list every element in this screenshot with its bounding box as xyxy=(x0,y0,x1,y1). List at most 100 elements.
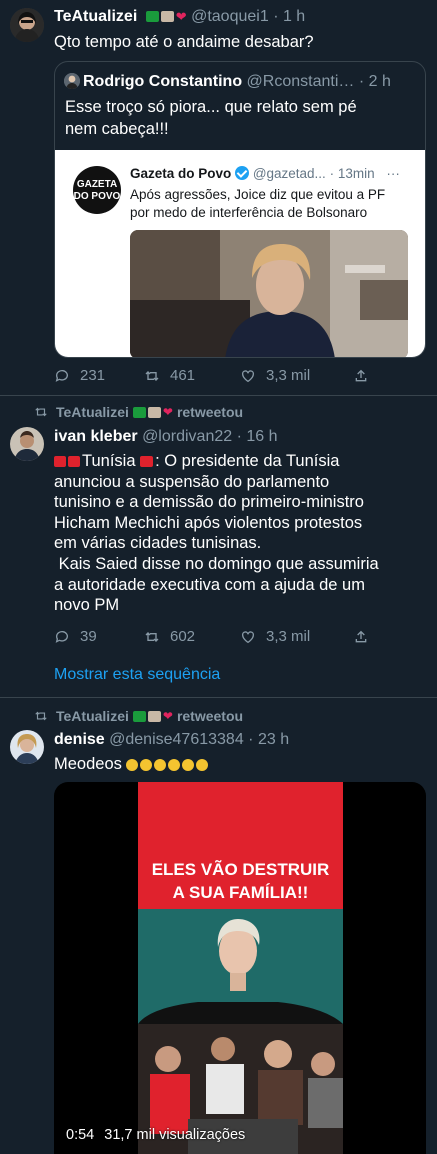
show-thread-link[interactable]: Mostrar esta sequência xyxy=(54,666,220,684)
tweet-header: denise @denise47613384 · 23 h xyxy=(54,731,289,749)
reply-count: 231 xyxy=(80,367,106,384)
video-person-frame xyxy=(138,909,343,1024)
video-headline-line2: A SUA FAMÍLIA!! xyxy=(172,883,309,902)
tweet-text-line1-start: Tunísia xyxy=(82,452,136,470)
video-views: 31,7 mil visualizações xyxy=(104,1127,246,1143)
quote-text-line1: Esse troço só piora... que relato sem pé xyxy=(65,98,357,116)
retweeter-name[interactable]: TeAtualizei xyxy=(56,404,129,420)
retweet-icon xyxy=(35,711,47,721)
quote-text-line2: nem cabeça!!! xyxy=(65,120,169,138)
reply-button[interactable]: 39 xyxy=(54,628,144,645)
handle[interactable]: @denise47613384 xyxy=(109,731,244,748)
retweeter-name[interactable]: TeAtualizei xyxy=(56,708,129,724)
video-overlay-info: 0:54 31,7 mil visualizações xyxy=(66,1127,245,1143)
reply-count: 39 xyxy=(80,628,97,645)
gazeta-logo: GAZETA DO POVO xyxy=(73,166,121,214)
retweet-icon xyxy=(145,370,159,381)
tweet-text: Tunísia : O presidente da Tunísia anunci… xyxy=(54,451,379,616)
video-player[interactable]: ELES VÃO DESTRUIR A SUA FAMÍLIA!! 0:54 3… xyxy=(54,782,426,1154)
display-name[interactable]: TeAtualizei xyxy=(54,8,137,25)
handle[interactable]: @lordivan22 xyxy=(142,428,232,445)
tweet-text-line8: novo PM xyxy=(54,596,120,615)
siren-icon xyxy=(54,456,66,467)
tweet-ivan-kleber[interactable]: TeAtualizei ❤ retweetou ivan kleber @lor… xyxy=(0,396,437,698)
card-text-line1: Após agressões, Joice diz que evitou a P… xyxy=(130,187,386,202)
card-header: Gazeta do Povo @gazetad... · 13min ··· xyxy=(130,166,400,181)
card-text: Após agressões, Joice diz que evitou a P… xyxy=(130,186,385,221)
tweet-text-line1: Tunísia : O presidente da Tunísia xyxy=(54,451,379,472)
quote-timestamp: · 2 h xyxy=(358,73,391,90)
tweet-actions: 231 461 3,3 mil xyxy=(54,367,379,384)
retweet-icon xyxy=(145,631,159,642)
handshake-icon xyxy=(147,710,161,722)
tweet-text-line6: Kais Saied disse no domingo que assumiri… xyxy=(54,554,379,573)
heart-icon: ❤ xyxy=(162,709,173,723)
tweet-text-line4: Hicham Mechichi após violentos protestos xyxy=(54,513,363,532)
tweet-text-line1-rest: : O presidente da Tunísia xyxy=(155,452,340,470)
reply-icon xyxy=(55,630,68,643)
quoted-tweet[interactable]: Rodrigo Constantino @Rconstanti… · 2 h E… xyxy=(54,61,426,358)
gazeta-logo-line1: GAZETA xyxy=(76,179,118,190)
tweet-text-line3: tunisino e a demissão do primeiro-minist… xyxy=(54,493,364,512)
share-icon xyxy=(355,630,367,642)
handshake-icon xyxy=(160,11,174,22)
tweet-actions: 39 602 3,3 mil xyxy=(54,628,379,645)
tweet-teatualizei[interactable]: TeAtualizei ❤ @taoquei1 · 1 h Qto tempo … xyxy=(0,0,437,396)
quote-handle: @Rconstanti… xyxy=(246,73,355,90)
tweet-text-content: Meodeos xyxy=(54,755,122,773)
handshake-icon xyxy=(147,406,161,418)
siren-icon xyxy=(68,456,80,467)
tweet-text: Meodeos xyxy=(54,754,210,776)
like-count: 3,3 mil xyxy=(266,367,311,384)
heart-outline-icon xyxy=(242,369,254,382)
video-headline: ELES VÃO DESTRUIR A SUA FAMÍLIA!! xyxy=(138,858,343,904)
retweet-label: retweetou xyxy=(176,708,244,724)
like-count: 3,3 mil xyxy=(266,628,311,645)
timestamp[interactable]: · 1 h xyxy=(273,8,305,25)
embedded-tweet-card[interactable]: GAZETA DO POVO Gazeta do Povo @gazetad..… xyxy=(55,150,425,357)
heart-outline-icon xyxy=(242,630,254,643)
share-icon xyxy=(355,369,367,381)
verified-badge-icon xyxy=(235,166,250,180)
retweet-button[interactable]: 461 xyxy=(144,367,240,384)
tweet-text: Qto tempo até o andaime desabar? xyxy=(54,33,314,51)
reply-button[interactable]: 231 xyxy=(54,367,144,384)
share-button[interactable] xyxy=(353,368,379,384)
card-photo xyxy=(130,230,408,357)
video-headline-line1: ELES VÃO DESTRUIR xyxy=(151,860,330,879)
tweet-header: ivan kleber @lordivan22 · 16 h xyxy=(54,428,278,446)
flag-brazil-icon xyxy=(145,11,159,22)
avatar-denise[interactable] xyxy=(10,730,44,764)
share-button[interactable] xyxy=(353,629,379,645)
tweet-denise[interactable]: TeAtualizei ❤ retweetou denise @denise47… xyxy=(0,698,437,1154)
flag-tunisia-icon xyxy=(140,456,154,467)
flag-brazil-icon xyxy=(132,710,146,722)
tweet-text-line7: a autoridade executiva com a ajuda de um xyxy=(54,575,365,594)
video-frame: ELES VÃO DESTRUIR A SUA FAMÍLIA!! xyxy=(138,782,343,1154)
display-name[interactable]: denise xyxy=(54,731,105,748)
card-text-line2: por medo de interferência de Bolsonaro xyxy=(130,204,368,220)
timestamp[interactable]: · 16 h xyxy=(237,428,278,445)
like-button[interactable]: 3,3 mil xyxy=(240,367,353,384)
more-options-icon[interactable] xyxy=(409,4,425,20)
like-button[interactable]: 3,3 mil xyxy=(240,628,353,645)
retweet-button[interactable]: 602 xyxy=(144,628,240,645)
gazeta-logo-line2: DO POVO xyxy=(73,191,121,202)
retweet-context: TeAtualizei ❤ retweetou xyxy=(34,404,243,420)
quote-header: Rodrigo Constantino @Rconstanti… · 2 h xyxy=(83,73,391,91)
avatar-ivan[interactable] xyxy=(10,427,44,461)
heart-icon: ❤ xyxy=(175,9,187,24)
timestamp[interactable]: · 23 h xyxy=(248,731,289,748)
card-more-icon: ··· xyxy=(386,166,400,181)
tweet-text-line5: em várias cidades tunisinas. xyxy=(54,534,262,553)
heart-icon: ❤ xyxy=(162,405,173,419)
quote-display-name: Rodrigo Constantino xyxy=(83,73,243,90)
handle[interactable]: @taoquei1 xyxy=(191,8,269,25)
display-name[interactable]: ivan kleber xyxy=(54,428,138,445)
avatar-teatualizei[interactable] xyxy=(10,8,44,42)
video-duration: 0:54 xyxy=(66,1127,95,1143)
retweet-count: 461 xyxy=(170,367,196,384)
card-source-name: Gazeta do Povo xyxy=(130,166,232,181)
card-source-handle: @gazetad... xyxy=(252,166,326,181)
retweet-icon xyxy=(35,407,47,417)
